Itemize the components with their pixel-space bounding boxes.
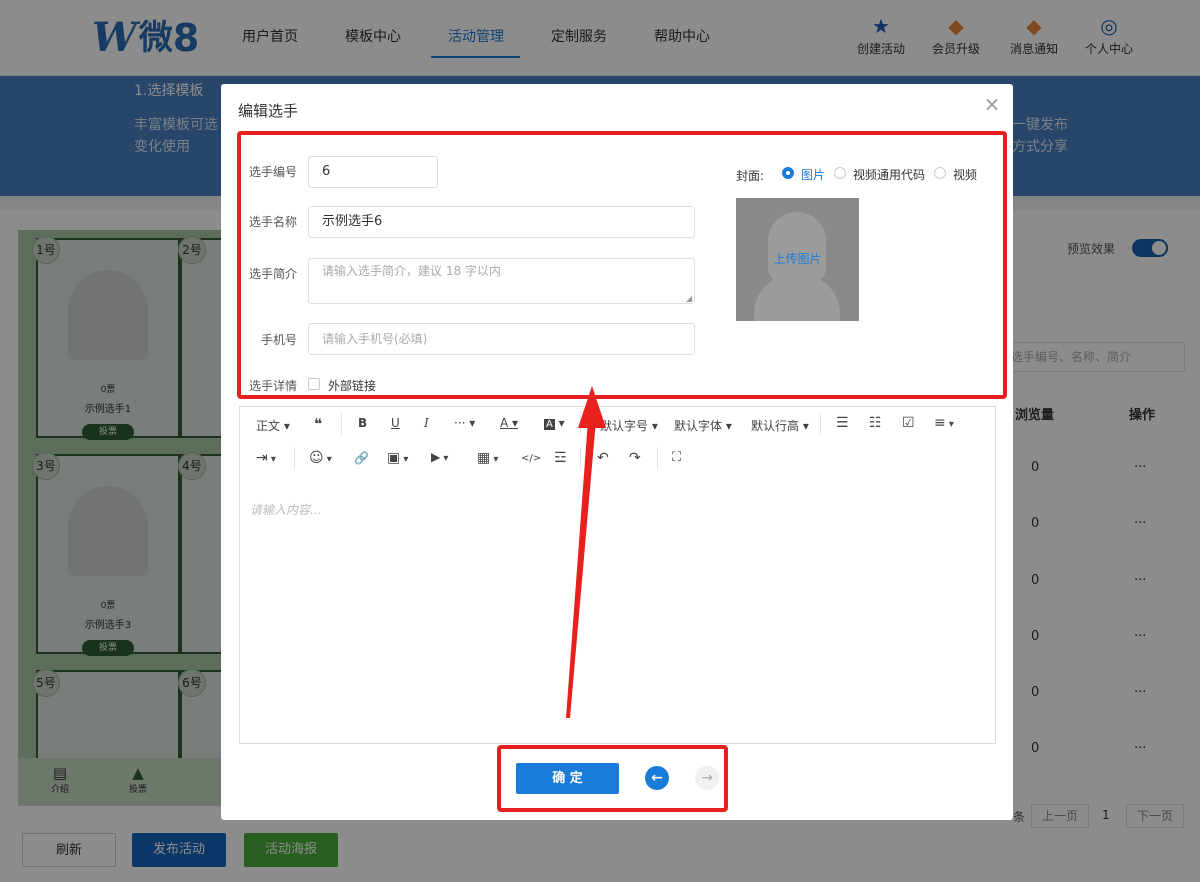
close-icon[interactable]: × (982, 94, 1002, 114)
line-height-select[interactable]: 默认行高 ▾ (751, 417, 809, 434)
toolbar-divider (657, 447, 658, 469)
more-label: ··· (454, 416, 466, 430)
font-color-icon[interactable]: A ▾ (500, 416, 518, 430)
align-icon[interactable]: ≡ ▾ (934, 415, 954, 431)
line-height-label: 默认行高 (751, 419, 800, 433)
annotation-box-buttons (497, 745, 728, 812)
video-icon[interactable]: ▶ ▾ (431, 450, 448, 464)
redo-icon[interactable]: ↷ (629, 450, 641, 466)
image-icon[interactable]: ▣ ▾ (387, 450, 408, 466)
annotation-arrow (566, 386, 606, 718)
bold-icon[interactable]: B (358, 416, 367, 430)
underline-icon[interactable]: U (391, 416, 400, 430)
image-label: ▣ (387, 450, 401, 466)
table-icon[interactable]: ▦ ▾ (477, 450, 498, 466)
quote-icon[interactable]: ❝ (314, 415, 322, 433)
bullet-list-icon[interactable]: ☰ (836, 415, 849, 431)
link-icon[interactable]: 🔗 (354, 451, 369, 465)
toolbar-divider (341, 413, 342, 435)
table-label: ▦ (477, 450, 491, 466)
toolbar-divider (294, 447, 295, 469)
numbered-list-icon[interactable]: ☷ (869, 415, 882, 431)
paragraph-select[interactable]: 正文 ▾ (256, 417, 290, 434)
code-icon[interactable]: </> (521, 453, 541, 464)
todo-icon[interactable]: ☑ (902, 415, 915, 431)
emoji-icon[interactable]: ☺ ▾ (309, 450, 332, 466)
italic-icon[interactable]: I (424, 416, 429, 430)
emoji-label: ☺ (309, 450, 324, 466)
annotation-box-form (237, 131, 1007, 399)
editor-placeholder: 请输入内容... (250, 503, 322, 517)
video-label: ▶ (431, 450, 441, 464)
indent-icon[interactable]: ⇥ ▾ (256, 450, 276, 466)
dialog-title: 编辑选手 (238, 102, 299, 120)
indent-label: ⇥ (256, 450, 268, 466)
fullscreen-icon[interactable]: ⛶ (672, 450, 681, 465)
toolbar-divider (820, 413, 821, 435)
font-color-label: A (500, 416, 509, 430)
paragraph-label: 正文 (256, 419, 281, 433)
font-family-select[interactable]: 默认字体 ▾ (674, 417, 732, 434)
align-label: ≡ (934, 415, 946, 431)
font-family-label: 默认字体 (674, 419, 723, 433)
more-icon[interactable]: ··· ▾ (454, 416, 475, 430)
